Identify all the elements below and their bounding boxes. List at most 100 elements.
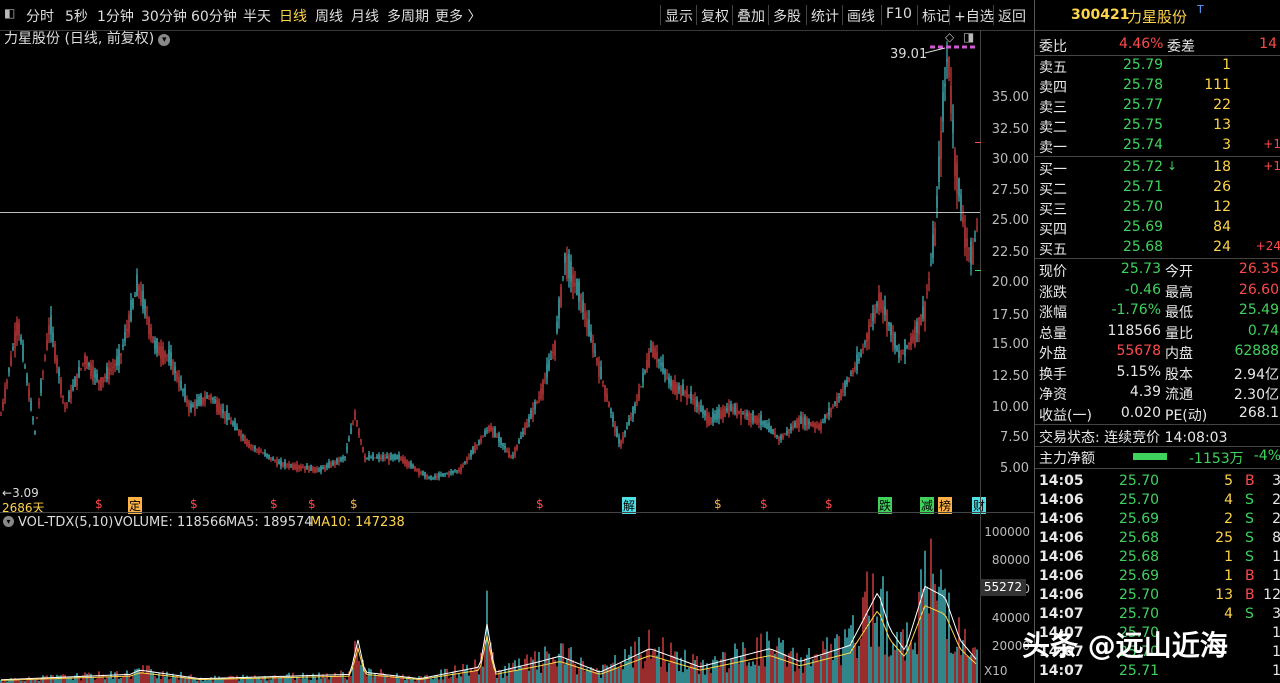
candle-body	[250, 445, 252, 447]
volume-bar	[808, 647, 810, 683]
candle-body	[282, 462, 284, 467]
volume-bar	[822, 641, 824, 683]
volume-bar	[78, 676, 80, 683]
event-marker[interactable]: $	[760, 497, 768, 511]
layout-icon[interactable]: ◨	[963, 30, 974, 44]
toolbar-button[interactable]: 显示	[665, 6, 693, 26]
candle-body	[138, 285, 140, 291]
volume-bar	[864, 591, 866, 683]
candle-body	[88, 362, 90, 367]
volume-bar	[278, 677, 280, 683]
event-marker[interactable]: $	[270, 497, 278, 511]
toolbar-button[interactable]: 多股	[773, 6, 801, 26]
event-marker[interactable]: $	[350, 497, 358, 511]
candle-body	[686, 390, 688, 399]
panel-toggle-icon[interactable]: ◧	[4, 6, 15, 20]
volume-bar	[842, 647, 844, 683]
candle-body	[534, 401, 536, 410]
volume-bar	[708, 668, 710, 683]
volume-bar	[748, 662, 750, 683]
candle-body	[164, 352, 166, 358]
volume-bar	[634, 641, 636, 683]
stat-value: -1.76%	[1111, 302, 1161, 318]
toolbar-button[interactable]: F10	[886, 6, 912, 22]
volume-bar	[914, 642, 916, 683]
volume-bar	[568, 648, 570, 683]
period-tab[interactable]: 多周期	[387, 6, 429, 26]
period-tab[interactable]: 半天	[243, 6, 271, 26]
event-marker[interactable]: $	[190, 497, 198, 511]
volume-bar	[324, 677, 326, 683]
volume-bar	[884, 654, 886, 683]
period-tab[interactable]: 日线	[279, 6, 307, 26]
candle-body	[736, 407, 738, 416]
volume-bar	[580, 657, 582, 683]
candle-body	[608, 402, 610, 408]
volume-bar	[954, 651, 956, 683]
volume-bar	[572, 660, 574, 683]
candle-body	[976, 228, 978, 230]
toolbar-button[interactable]: +自选	[954, 6, 994, 26]
event-marker[interactable]: $	[536, 497, 544, 511]
period-tab[interactable]: 周线	[315, 6, 343, 26]
toolbar-button[interactable]: 标记	[922, 6, 950, 26]
volume-bar	[304, 678, 306, 683]
event-marker[interactable]: $	[714, 497, 722, 511]
candle-body	[898, 351, 900, 358]
candle-body	[964, 226, 966, 248]
candle-body	[892, 331, 894, 346]
candle-body	[508, 451, 510, 458]
volume-dropdown-icon[interactable]: ▾	[3, 516, 14, 527]
period-tab[interactable]: 月线	[351, 6, 379, 26]
candle-body	[810, 422, 812, 427]
toolbar-button[interactable]: 叠加	[737, 6, 765, 26]
volume-bar	[458, 673, 460, 683]
volume-bar	[888, 656, 890, 683]
candle-body	[354, 411, 356, 420]
ask-label: 卖一	[1039, 140, 1067, 156]
candle-body	[72, 385, 74, 390]
period-tab[interactable]: 30分钟	[141, 6, 187, 26]
volume-bar	[872, 573, 874, 683]
candle-body	[440, 474, 442, 477]
volume-bar	[412, 678, 414, 683]
candle-body	[580, 293, 582, 312]
volume-bar	[496, 677, 498, 683]
toolbar-button[interactable]: 统计	[811, 6, 839, 26]
event-marker[interactable]: $	[308, 497, 316, 511]
volume-bar	[344, 677, 346, 683]
candle-body	[512, 455, 514, 457]
period-tab[interactable]: 1分钟	[97, 6, 134, 26]
toolbar-button[interactable]: 画线	[847, 6, 875, 26]
volume-chart[interactable]	[0, 534, 980, 683]
volume-bar	[742, 642, 744, 683]
candle-body	[424, 471, 426, 478]
toolbar-separator	[917, 5, 918, 25]
toolbar-button[interactable]: 返回	[998, 6, 1026, 26]
volume-tick: 100000	[984, 525, 1030, 539]
volume-bar	[156, 678, 158, 683]
toolbar-button[interactable]: 复权	[701, 6, 729, 26]
diamond-icon[interactable]: ◇	[945, 30, 954, 44]
volume-bar	[430, 678, 432, 683]
main-flow-label: 主力净额	[1039, 451, 1095, 467]
period-tab[interactable]: 更多 〉	[435, 6, 481, 26]
period-tab[interactable]: 5秒	[65, 6, 88, 26]
event-marker[interactable]: $	[825, 497, 833, 511]
period-tab[interactable]: 60分钟	[191, 6, 237, 26]
volume-bar	[796, 652, 798, 683]
candle-body	[118, 349, 120, 366]
bid-price: 25.71	[1123, 179, 1164, 195]
event-marker[interactable]: $	[95, 497, 103, 511]
volume-indicator-label[interactable]: VOL-TDX(5,10)	[18, 515, 113, 530]
volume-bar	[664, 659, 666, 683]
candle-body	[754, 415, 756, 423]
main-flow-pct: -4%	[1253, 448, 1280, 464]
candlestick-chart[interactable]	[0, 30, 980, 513]
period-tab[interactable]: 分时	[26, 6, 54, 26]
candle-body	[646, 360, 648, 371]
volume-bar	[450, 676, 452, 683]
tick-side: B	[1245, 587, 1255, 603]
candle-body	[638, 389, 640, 400]
candle-body	[158, 345, 160, 356]
